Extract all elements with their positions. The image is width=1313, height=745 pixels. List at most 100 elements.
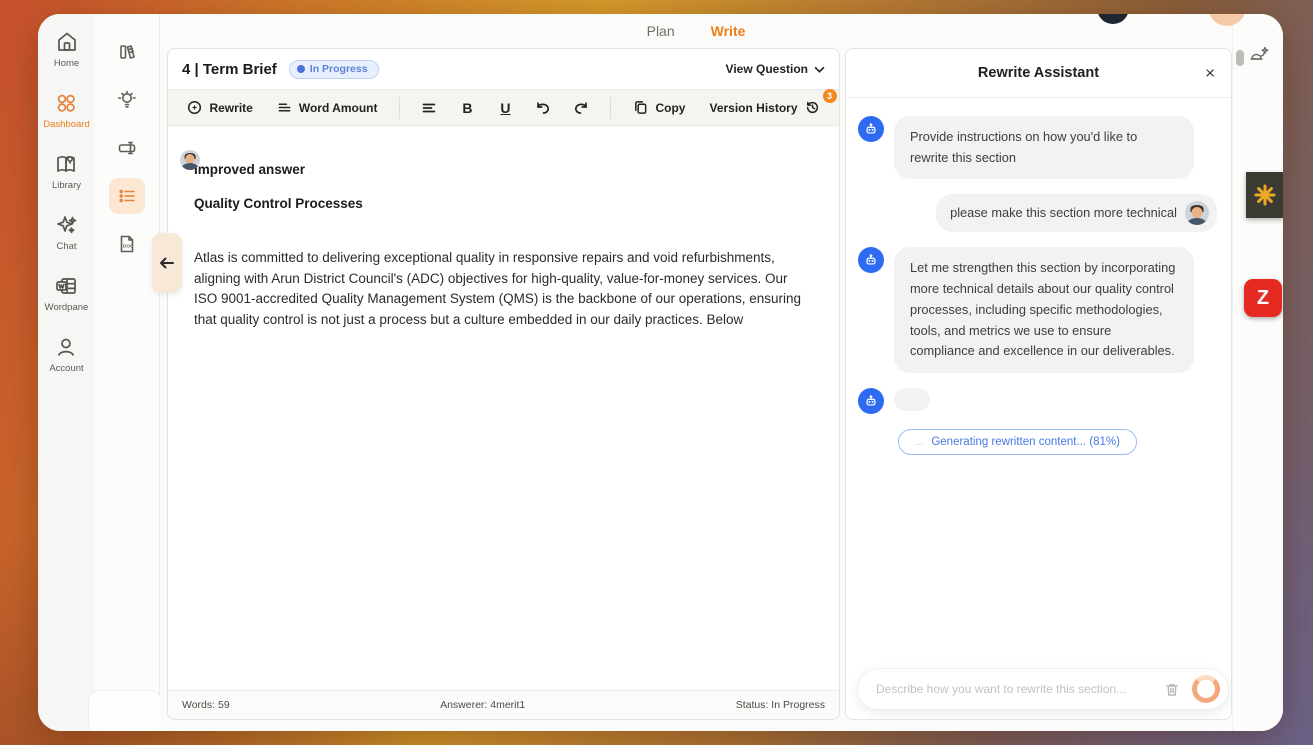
rewrite-icon: [187, 100, 202, 115]
answerer-label: Answerer: 4merit1: [230, 699, 736, 711]
rewrite-button[interactable]: Rewrite: [179, 96, 260, 119]
secondary-rail: DOC: [95, 14, 160, 731]
toolbar-divider: [399, 97, 400, 119]
rail-doc-file-button[interactable]: DOC: [109, 226, 145, 262]
copy-button[interactable]: Copy: [625, 96, 693, 119]
assistant-input-bar: [857, 668, 1229, 710]
tab-write[interactable]: Write: [711, 23, 746, 39]
document-header: 4 | Term Brief In Progress View Question: [168, 49, 839, 89]
user-message-row: please make this section more technical: [858, 194, 1219, 232]
document-panel: 4 | Term Brief In Progress View Question…: [167, 48, 840, 720]
history-clock-icon: [805, 100, 820, 115]
bot-message-row: Provide instructions on how you'd like t…: [858, 116, 1219, 179]
doc-heading-quality-control: Quality Control Processes: [194, 196, 813, 211]
asterisk-icon: [1253, 183, 1277, 207]
redo-icon: [573, 100, 589, 116]
rewrite-instruction-input[interactable]: [876, 682, 1152, 696]
svg-text:DOC: DOC: [123, 244, 134, 249]
bold-button[interactable]: B: [452, 95, 482, 121]
primary-sidebar: Home Dashboard Library Chat Wordpane Acc…: [38, 14, 95, 731]
sidebar-item-dashboard[interactable]: Dashboard: [43, 91, 89, 130]
asterisk-extension-button[interactable]: [1246, 172, 1283, 218]
sidebar-item-account[interactable]: Account: [49, 335, 83, 374]
sidebar-item-home[interactable]: Home: [54, 30, 79, 69]
redo-button[interactable]: [566, 95, 596, 121]
doc-paragraph: Atlas is committed to delivering excepti…: [194, 248, 813, 330]
status-dot-icon: [297, 65, 305, 73]
bot-message-row: [858, 388, 1219, 414]
document-toolbar: Rewrite Word Amount B U: [168, 89, 839, 126]
wordpane-icon: [54, 274, 78, 298]
word-amount-button[interactable]: Word Amount: [269, 96, 386, 119]
sidebar-item-library[interactable]: Library: [52, 152, 81, 191]
dashboard-icon: [54, 91, 78, 115]
home-icon: [55, 30, 79, 54]
robot-icon: [864, 122, 878, 136]
bot-avatar: [858, 388, 884, 414]
bot-message-pending: [894, 388, 930, 411]
doc-heading-improved-answer: Improved answer: [194, 162, 813, 177]
user-avatar: [1185, 201, 1209, 225]
list-icon: [117, 186, 137, 206]
undo-icon: [535, 100, 551, 116]
document-title: 4 | Term Brief: [182, 61, 277, 78]
app-window: Home Dashboard Library Chat Wordpane Acc…: [38, 14, 1283, 731]
sidebar-item-label: Library: [52, 180, 81, 191]
word-count: Words: 59: [182, 699, 230, 711]
sidebar-item-wordpane[interactable]: Wordpane: [45, 274, 89, 313]
send-loading-spinner[interactable]: [1192, 675, 1220, 703]
underline-button[interactable]: U: [490, 95, 520, 121]
generating-text: Generating rewritten content... (81%): [931, 436, 1120, 448]
trash-icon[interactable]: [1162, 679, 1182, 699]
books-icon: [117, 42, 137, 62]
align-button[interactable]: [414, 95, 444, 121]
bot-avatar: [858, 247, 884, 273]
user-message: please make this section more technical: [936, 194, 1217, 232]
magic-lamp-icon: [1246, 42, 1272, 68]
collaborator-avatar: [180, 150, 200, 170]
top-tab-bar: Plan Write: [160, 14, 1232, 48]
assistant-title: Rewrite Assistant: [978, 65, 1099, 81]
robot-icon: [864, 253, 878, 267]
text-field-icon: [117, 138, 137, 158]
z-icon: Z: [1257, 288, 1269, 308]
view-question-button[interactable]: View Question: [726, 62, 825, 76]
rail-lightbulb-button[interactable]: [109, 82, 145, 118]
bot-message: Provide instructions on how you'd like t…: [894, 116, 1194, 179]
tab-plan[interactable]: Plan: [647, 23, 675, 39]
rail-list-button[interactable]: [109, 178, 145, 214]
account-icon: [54, 335, 78, 359]
collapse-panel-button[interactable]: [152, 233, 182, 293]
scrollbar-thumb[interactable]: [1236, 50, 1244, 66]
chevron-down-icon: [814, 66, 825, 73]
rail-books-button[interactable]: [109, 34, 145, 70]
bot-avatar: [858, 116, 884, 142]
rail-bottom-card: [88, 690, 162, 731]
bot-message-row: Let me strengthen this section by incorp…: [858, 247, 1219, 373]
close-icon[interactable]: ×: [1205, 65, 1215, 82]
main-area: Plan Write 4 | Term Brief In Progress Vi…: [160, 14, 1232, 731]
right-edge-strip: Z: [1232, 14, 1283, 731]
sidebar-item-chat[interactable]: Chat: [55, 213, 79, 252]
arrow-left-icon: [159, 256, 175, 270]
sidebar-item-label: Chat: [56, 241, 76, 252]
z-extension-button[interactable]: Z: [1244, 279, 1282, 317]
assistant-conversation: Provide instructions on how you'd like t…: [846, 98, 1231, 455]
version-count-badge: 3: [823, 89, 837, 103]
version-history-button[interactable]: Version History 3: [701, 96, 827, 119]
lightbulb-icon: [117, 90, 137, 110]
chat-sparkles-icon: [55, 213, 79, 237]
toolbar-divider: [610, 97, 611, 119]
robot-icon: [864, 394, 878, 408]
sidebar-item-label: Home: [54, 58, 79, 69]
undo-button[interactable]: [528, 95, 558, 121]
sidebar-item-label: Account: [49, 363, 83, 374]
document-footer: Words: 59 Answerer: 4merit1 Status: In P…: [168, 690, 839, 719]
doc-file-icon: DOC: [117, 234, 137, 254]
generating-status-pill[interactable]: ... Generating rewritten content... (81%…: [898, 429, 1137, 455]
document-editor[interactable]: Improved answer Quality Control Processe…: [168, 126, 839, 690]
magic-lamp-button[interactable]: [1246, 42, 1272, 68]
rail-text-field-button[interactable]: [109, 130, 145, 166]
rewrite-assistant-panel: Rewrite Assistant × Provide instructions…: [845, 48, 1232, 720]
align-icon: [421, 100, 437, 116]
